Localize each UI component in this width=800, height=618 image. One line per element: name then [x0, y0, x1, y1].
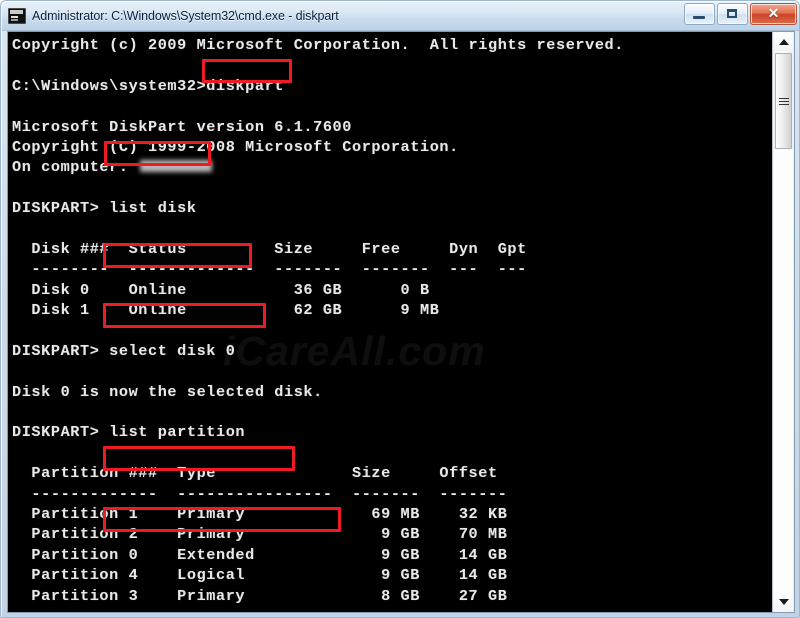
console-screen[interactable]: iCareAll.com Copyright (c) 2009 Microsof…	[8, 32, 772, 612]
console-line: C:\Windows\system32>diskpart	[12, 76, 284, 95]
redacted-computer-name	[140, 160, 213, 173]
minimize-button[interactable]	[684, 3, 715, 25]
cmd-console-icon	[8, 7, 26, 24]
console-line: Copyright (c) 2009 Microsoft Corporation…	[12, 36, 624, 54]
console-line: DISKPART> list disk	[12, 199, 197, 218]
console-line: Partition 2 Primary 9 GB 70 MB	[12, 525, 508, 544]
scroll-thumb[interactable]	[775, 53, 792, 149]
window-title-bar[interactable]: Administrator: C:\Windows\System32\cmd.e…	[1, 1, 799, 31]
console-line: Copyright (C) 1999-2008 Microsoft Corpor…	[12, 137, 459, 156]
command-prompt-window: Administrator: C:\Windows\System32\cmd.e…	[0, 0, 800, 618]
console-output: Copyright (c) 2009 Microsoft Corporation…	[12, 35, 772, 612]
scroll-thumb-grip	[779, 98, 789, 107]
console-line: Disk 1 Online 62 GB 9 MB	[12, 301, 440, 320]
console-scrollbar[interactable]	[772, 32, 794, 612]
window-controls: ✕	[684, 3, 797, 25]
scroll-track[interactable]	[774, 150, 793, 593]
console-line: DISKPART> select disk 0	[12, 341, 236, 360]
console-line: Disk 0 Online 36 GB 0 B	[12, 280, 430, 299]
maximize-button[interactable]	[717, 3, 748, 25]
scroll-up-arrow-icon[interactable]	[774, 33, 793, 51]
console-line: DISKPART> list partition	[12, 423, 246, 442]
console-line: Partition 4 Logical 9 GB 14 GB	[12, 566, 508, 585]
console-line: Partition 0 Extended 9 GB 14 GB	[12, 545, 508, 564]
scroll-down-arrow-icon[interactable]	[774, 593, 793, 611]
console-line: Disk 0 is now the selected disk.	[12, 382, 323, 401]
window-title: Administrator: C:\Windows\System32\cmd.e…	[32, 8, 339, 23]
console-line: -------- ------------- ------- ------- -…	[12, 260, 527, 279]
console-line: Partition ### Type Size Offset	[12, 464, 498, 483]
console-line: Partition 1 Primary 69 MB 32 KB	[12, 504, 508, 523]
triangle-up-icon	[778, 39, 789, 45]
console-line: Disk ### Status Size Free Dyn Gpt	[12, 239, 527, 258]
console-line: Microsoft DiskPart version 6.1.7600	[12, 117, 352, 136]
triangle-down-icon	[778, 599, 789, 605]
close-icon: ✕	[767, 5, 780, 21]
console-line: ------------- ---------------- ------- -…	[12, 484, 508, 503]
console-line: Partition 3 Primary 8 GB 27 GB	[12, 586, 508, 605]
console-line: On computer:	[12, 157, 772, 177]
close-button[interactable]: ✕	[750, 3, 797, 25]
console-client-area: iCareAll.com Copyright (c) 2009 Microsof…	[7, 31, 795, 613]
